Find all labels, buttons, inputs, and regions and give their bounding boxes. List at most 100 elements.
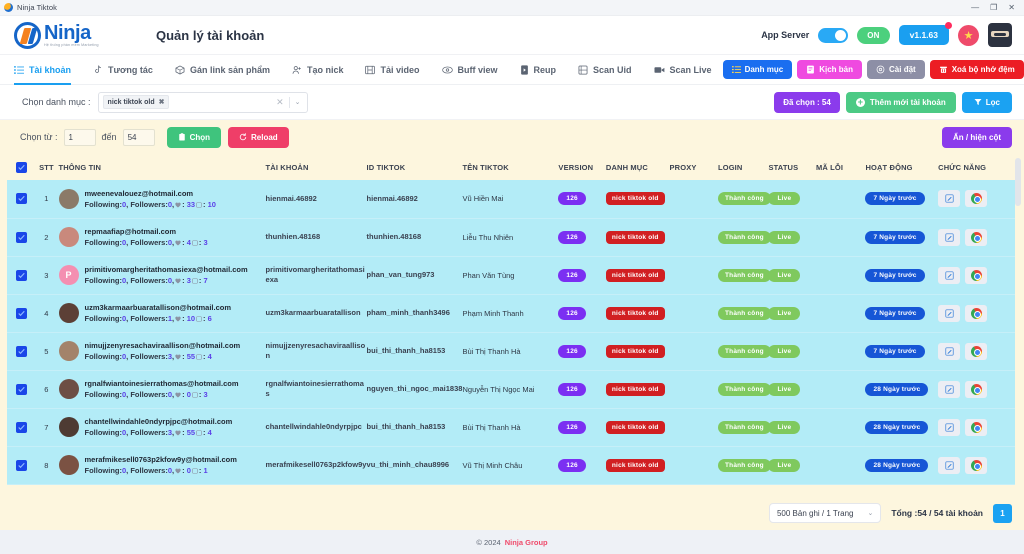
select-all-checkbox[interactable] <box>16 162 27 173</box>
cell-thong-tin: merafmikesell0763p2kfow9y@hotmail.com Fo… <box>58 446 266 485</box>
version-button[interactable]: v1.1.63 <box>898 22 952 45</box>
tab-label: Tài khoản <box>29 64 72 75</box>
open-browser-button[interactable] <box>965 304 988 322</box>
open-browser-button[interactable] <box>965 380 988 398</box>
cell-id-tiktok: phan_van_tung973 <box>366 256 463 295</box>
open-browser-button[interactable] <box>965 190 988 208</box>
scan-icon <box>578 65 588 74</box>
range-to-input[interactable] <box>122 128 155 146</box>
tab-label: Gán link sản phẩm <box>189 64 270 75</box>
edit-button[interactable] <box>938 304 961 322</box>
tab-tai-video[interactable]: Tải video <box>354 55 430 85</box>
tab-scan-live[interactable]: Scan Live <box>643 55 723 85</box>
box-icon <box>175 65 185 74</box>
table-row[interactable]: 5 nimujjzenyresachaviraallison@hotmail.c… <box>7 332 1017 371</box>
login-badge: Thành công <box>717 268 771 282</box>
vertical-scrollbar-thumb[interactable] <box>1015 158 1021 206</box>
vertical-scrollbar-track[interactable] <box>1015 156 1021 494</box>
page-title: Quản lý tài khoản <box>156 27 265 43</box>
row-checkbox[interactable] <box>16 383 27 395</box>
table-scroll-area[interactable]: STT THÔNG TIN TÀI KHOẢN ID TIKTOK TÊN TI… <box>7 154 1024 496</box>
cell-status: Live <box>768 408 816 447</box>
page-number-button[interactable]: 1 <box>993 503 1012 523</box>
select-range-button[interactable]: Chọn <box>166 126 222 148</box>
table-row[interactable]: 3 P primitivomargheritathomasiexa@hotmai… <box>7 256 1017 295</box>
reload-button[interactable]: Reload <box>228 126 289 148</box>
open-browser-button[interactable] <box>965 418 988 436</box>
edit-button[interactable] <box>938 380 961 398</box>
danh-muc-button[interactable]: Danh mục <box>722 60 793 79</box>
page-size-label: 500 Bản ghi / 1 Trang <box>776 508 854 518</box>
tab-buff-view[interactable]: Buff view <box>431 55 509 85</box>
table-row[interactable]: 1 mweenevalouez@hotmail.com Following:0,… <box>7 180 1017 219</box>
status-badge: Live <box>768 420 801 434</box>
status-badge[interactable]: ON <box>857 26 890 44</box>
table-row[interactable]: 7 chantellwindahle0ndyrpjpc@hotmail.com … <box>7 408 1017 447</box>
activity-badge: 28 Ngày trước <box>865 382 929 396</box>
cell-danh-muc: nick tiktok old <box>605 294 670 333</box>
cell-hoat-dong: 7 Ngày trước <box>865 294 939 333</box>
row-checkbox[interactable] <box>16 345 27 357</box>
version-badge: 126 <box>558 230 586 244</box>
heart-icon <box>175 278 181 284</box>
table-row[interactable]: 6 rgnalfwiantoinesierrathomas@hotmail.co… <box>7 370 1017 409</box>
edit-button[interactable] <box>938 266 961 284</box>
video-icon <box>192 392 198 398</box>
tab-tai-khoan[interactable]: Tài khoản <box>14 55 82 85</box>
row-checkbox[interactable] <box>16 193 27 205</box>
tab-tao-nick[interactable]: Tạo nick <box>281 55 355 85</box>
button-label: Reload <box>251 132 278 142</box>
table-header: STT THÔNG TIN TÀI KHOẢN ID TIKTOK TÊN TI… <box>7 154 1017 180</box>
app-server-toggle[interactable] <box>818 27 849 43</box>
open-browser-button[interactable] <box>965 266 988 284</box>
edit-button[interactable] <box>938 418 961 436</box>
open-browser-button[interactable] <box>965 456 988 474</box>
footer-brand-link[interactable]: Ninja Group <box>505 538 548 547</box>
open-browser-button[interactable] <box>965 342 988 360</box>
clear-selection-icon[interactable]: ✕ <box>276 97 284 108</box>
star-icon[interactable]: ★ <box>958 24 979 46</box>
filter-button[interactable]: Lọc <box>961 91 1012 113</box>
avatar <box>58 379 79 399</box>
row-checkbox[interactable] <box>16 269 27 281</box>
row-select-cell <box>7 218 35 257</box>
tab-gan-link-san-pham[interactable]: Gán link sản phẩm <box>164 55 281 85</box>
close-button[interactable]: ✕ <box>1008 3 1015 13</box>
app-logo-icon <box>4 3 13 12</box>
edit-button[interactable] <box>938 342 961 360</box>
open-browser-button[interactable] <box>965 228 988 246</box>
range-from-input[interactable] <box>63 128 96 146</box>
page-size-select[interactable]: 500 Bản ghi / 1 Trang ⌄ <box>768 503 882 523</box>
category-multiselect[interactable]: nick tiktok old ✖ ✕ ⌄ <box>97 91 308 113</box>
edit-button[interactable] <box>938 190 961 208</box>
maximize-button[interactable]: ❐ <box>990 3 997 13</box>
cell-ma-loi <box>815 370 866 409</box>
table-row[interactable]: 8 merafmikesell0763p2kfow9y@hotmail.com … <box>7 446 1017 485</box>
row-checkbox[interactable] <box>16 307 27 319</box>
tab-reup[interactable]: Reup <box>509 55 568 85</box>
row-checkbox[interactable] <box>16 459 27 471</box>
row-checkbox[interactable] <box>16 421 27 433</box>
minimize-button[interactable]: — <box>971 3 979 13</box>
tab-tuong-tac[interactable]: Tương tác <box>82 55 164 85</box>
cell-danh-muc: nick tiktok old <box>605 370 670 409</box>
row-checkbox[interactable] <box>16 231 27 243</box>
xoa-bo-nho-dem-button[interactable]: Xoá bộ nhớ đệm <box>929 60 1024 79</box>
table-row[interactable]: 2 repmaafiap@hotmail.com Following:0, Fo… <box>7 218 1017 257</box>
th-version: VERSION <box>558 154 606 180</box>
cell-status: Live <box>768 446 816 485</box>
cai-dat-button[interactable]: Cài đặt <box>867 60 925 79</box>
edit-button[interactable] <box>938 456 961 474</box>
chip-remove-icon[interactable]: ✖ <box>159 98 165 106</box>
cell-tai-khoan: uzm3karmaarbuaratallison <box>265 294 367 333</box>
user-avatar[interactable] <box>988 23 1012 47</box>
account-stats: Following:0, Followers:0,: 33: 10 <box>84 199 216 209</box>
table-row[interactable]: 4 uzm3karmaarbuaratallison@hotmail.com F… <box>7 294 1017 333</box>
toggle-columns-button[interactable]: Ẩn / hiện cột <box>942 126 1012 148</box>
selected-count-button[interactable]: Đã chọn : 54 <box>774 91 840 113</box>
kich-ban-button[interactable]: Kịch bản <box>797 60 863 79</box>
add-account-button[interactable]: + Thêm mới tài khoản <box>845 91 956 113</box>
edit-button[interactable] <box>938 228 961 246</box>
tab-scan-uid[interactable]: Scan Uid <box>567 55 643 85</box>
chevron-down-icon[interactable]: ⌄ <box>295 98 301 106</box>
